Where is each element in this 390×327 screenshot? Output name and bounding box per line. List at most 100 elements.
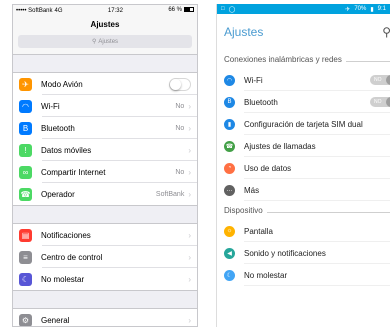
ios-row-label: Datos móviles [41,145,92,155]
chevron-right-icon: › [188,123,191,133]
volume-icon: ◀ [224,247,235,259]
ios-time: 17:32 [107,7,123,14]
ios-row-label: Centro de control [41,252,103,262]
ios-carrier: ••••• SoftBank [16,7,53,14]
airplane-mode-icon: ✈ [345,6,351,13]
antenna-icon: ! [19,143,32,157]
android-row-label: Wi-Fi [244,75,263,85]
wifi-icon: ◠ [19,99,32,113]
android-row-label: Ajustes de llamadas [244,141,316,151]
android-row-label: Uso de datos [244,163,292,173]
moon-icon: ☾ [19,272,32,286]
ios-settings-screen: ••••• SoftBank 4G 17:32 66 % Ajustes ⚲ A… [12,4,198,327]
android-page-title: Ajustes [224,25,264,39]
ios-row-value: No [175,168,185,176]
android-row-uso-de-datos[interactable]: ◔ Uso de datos [217,157,390,179]
ios-row-value: No [175,124,185,132]
bluetooth-icon: B [224,96,235,108]
ios-search-placeholder: Ajustes [98,38,119,45]
ios-search-input[interactable]: ⚲ Ajustes [18,35,192,48]
chevron-right-icon: › [188,101,191,111]
android-section-device-list: ☼ Pantalla ◀ Sonido y notificaciones ☾ No mol… [217,220,390,286]
ios-settings-group-notifications: ▤ Notificaciones › ≡ Centro de control › ☾ No m… [13,223,197,291]
ios-row-value: No [175,102,185,110]
ios-settings-group-general: ⚙ General › [13,308,197,326]
ios-settings-group-connectivity: ✈ Modo Avión ◠ Wi-Fi No › B Bluetooth No ›! Datos … [13,72,197,206]
chevron-right-icon: › [188,252,191,262]
android-row-ajustes-de-llamadas[interactable]: ☎ Ajustes de llamadas [217,135,390,157]
android-row-bluetooth[interactable]: B Bluetooth NO [217,91,390,113]
ios-page-title: Ajustes [13,16,197,33]
ios-row-operador[interactable]: ☎ Operador SoftBank › [13,183,197,205]
battery-icon: ▮ [370,6,374,13]
alarm-icon: ◯ [228,6,236,13]
ios-row-label: Operador [41,189,75,199]
android-row-mas[interactable]: … Más [217,179,390,201]
ios-row-label: Compartir Internet [41,167,106,177]
chevron-right-icon: › [188,274,191,284]
ios-row-label: No molestar [41,274,85,284]
section-title-wireless: Conexiones inalámbricas y redes [224,55,342,64]
android-section-wireless-list: ◠ Wi-Fi NO B Bluetooth NO ▮ Configuración de ta… [217,69,390,201]
ios-row-value: SoftBank [155,190,185,198]
ios-search-bar: ⚲ Ajustes [13,33,197,55]
ios-row-bluetooth[interactable]: B Bluetooth No › [13,117,197,139]
phone-icon: ☎ [19,187,32,201]
android-section-header: Conexiones inalámbricas y redes [217,50,390,69]
screenshot-root: ••••• SoftBank 4G 17:32 66 % Ajustes ⚲ A… [0,0,390,327]
chevron-right-icon: › [188,189,191,199]
chevron-right-icon: › [188,145,191,155]
ios-network: 4G [54,7,63,14]
android-row-pantalla[interactable]: ☼ Pantalla [217,220,390,242]
more-icon: … [224,184,235,196]
android-row-sonido-y-notificaciones[interactable]: ◀ Sonido y notificaciones [217,242,390,264]
chevron-right-icon: › [188,230,191,240]
ios-battery-level: 66 % [168,7,182,14]
ios-row-general[interactable]: ⚙ General › [13,309,197,326]
android-toggle-switch[interactable]: NO [370,97,390,107]
section-title-device: Dispositivo [224,206,263,215]
android-row-label: Pantalla [244,226,273,236]
ios-row-label: General [41,315,70,325]
moon-icon: ☾ [224,269,235,281]
android-row-label: Sonido y notificaciones [244,248,326,258]
ios-row-modo-avion[interactable]: ✈ Modo Avión [13,73,197,95]
ios-row-wi-fi[interactable]: ◠ Wi-Fi No › [13,95,197,117]
sim-card-icon: ▮ [224,118,235,130]
android-status-bar: □ ◯ ✈ 70% ▮ 9:1 [217,4,390,14]
gear-icon: ⚙ [19,313,32,326]
ios-row-label: Modo Avión [41,79,83,89]
android-row-configuracion-de-tarjeta-sim-dual[interactable]: ▮ Configuración de tarjeta SIM dual [217,113,390,135]
ios-row-compartir-internet[interactable]: ∞ Compartir Internet No › [13,161,197,183]
bluetooth-icon: B [19,121,32,135]
android-row-wi-fi[interactable]: ◠ Wi-Fi NO [217,69,390,91]
ios-status-bar: ••••• SoftBank 4G 17:32 66 % [13,5,197,16]
hotspot-icon: ∞ [19,165,32,179]
ios-row-label: Bluetooth [41,123,75,133]
battery-icon [184,7,194,13]
android-section-header: Dispositivo [217,201,390,220]
airplane-mode-toggle[interactable] [169,77,191,91]
ios-row-notificaciones[interactable]: ▤ Notificaciones › [13,224,197,246]
message-icon: □ [221,6,225,12]
display-icon: ☼ [224,225,235,237]
airplane-icon: ✈ [19,77,32,91]
wifi-icon: ◠ [224,74,235,86]
search-icon: ⚲ [91,39,97,45]
control-center-icon: ≡ [19,250,32,264]
android-battery-level: 70% [354,6,367,12]
search-icon[interactable]: ⚲ [382,25,390,39]
android-app-bar: Ajustes ⚲ [217,14,390,50]
android-row-no-molestar[interactable]: ☾ No molestar [217,264,390,286]
android-row-label: Bluetooth [244,97,278,107]
android-settings-screen: □ ◯ ✈ 70% ▮ 9:1 Ajustes ⚲ Conexiones ina… [216,4,390,327]
android-toggle-switch[interactable]: NO [370,75,390,85]
ios-row-datos-moviles[interactable]: ! Datos móviles › [13,139,197,161]
android-row-label: Configuración de tarjeta SIM dual [244,119,363,129]
ios-row-centro-de-control[interactable]: ≡ Centro de control › [13,246,197,268]
chevron-right-icon: › [188,315,191,325]
ios-row-no-molestar[interactable]: ☾ No molestar › [13,268,197,290]
android-row-label: No molestar [244,270,288,280]
notifications-icon: ▤ [19,228,32,242]
chevron-right-icon: › [188,167,191,177]
